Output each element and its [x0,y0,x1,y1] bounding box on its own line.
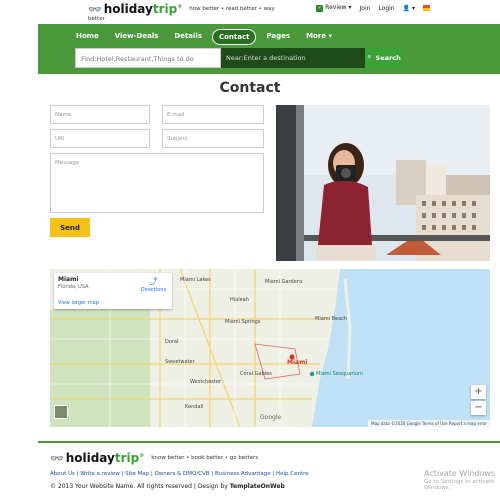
top-bar: 👓 holidaytrip® how better • read better … [0,0,500,24]
watermark-title: Activate Windows [424,469,496,478]
map-label: Miami Springs [225,319,261,325]
tagline: how better • read better • way [189,6,275,12]
menu-home[interactable]: Home [70,29,105,45]
top-nav: ✓ Review ▾ Join Login 👤 ▾ [316,4,430,12]
map-label: Doral [165,339,179,345]
map-label: Kendall [185,404,204,410]
map-label: Miami Beach [315,316,348,322]
check-icon: ✓ [316,5,324,12]
flag-icon[interactable] [423,5,430,11]
footer-logo-text: holidaytrip® [66,451,145,465]
photo-illustration [276,105,490,261]
satellite-toggle[interactable] [54,405,68,419]
near-input[interactable]: Near:Enter a destination [221,48,365,68]
logo-text: holidaytrip® [104,2,183,16]
directions-label: Directions [140,287,166,293]
footer-logo-word-1: holiday [65,451,115,465]
search-button-label: Search [375,54,401,62]
review-label: Review ▾ [325,4,352,11]
google-logo: Google [260,414,282,421]
directions-link[interactable]: ⤴ Directions [141,276,166,293]
copyright-text: © 2013 Your Website Name. All rights res… [50,483,230,490]
windows-watermark: Activate Windows Go to Settings to activ… [424,469,500,491]
glasses-icon: 👓 [88,2,102,16]
site-logo[interactable]: 👓 holidaytrip® how better • read better … [88,2,275,16]
page-title: Contact [219,80,281,96]
footer-tagline: know better • book better • go betters [151,455,259,461]
watermark-sub: Go to Settings to activate Windows. [424,479,495,491]
map-label: Coral Gables [240,371,272,377]
map-label: Miami Lakes [180,277,211,283]
menu-view-deals[interactable]: View-Deals [109,29,165,45]
map-info-card: Miami Florida, USA View larger map ⤴ Dir… [54,273,172,309]
subject-field[interactable]: Subject [162,129,264,148]
map-attribution[interactable]: Map data ©2020 Google Terms of Use Repor… [368,420,490,427]
search-icon: 🔍 [367,55,374,61]
main-menu: Home View-Deals Details Contact Pages Mo… [70,29,338,45]
search-button[interactable]: 🔍 Search [365,48,403,68]
registered-mark: ® [177,4,183,10]
menu-contact[interactable]: Contact [211,29,257,45]
designer-link[interactable]: TemplateOnWeb [230,483,285,490]
contact-photo [276,105,490,261]
map-label: Sweetwater [165,359,195,365]
view-larger-map-link[interactable]: View larger map [58,300,99,306]
login-link[interactable]: Login [378,5,394,12]
review-link[interactable]: ✓ Review ▾ [316,4,352,12]
tagline-sub: better [88,16,105,22]
send-button[interactable]: Send [50,218,90,237]
registered-mark: ® [139,453,145,459]
search-bar: Find:Hotel,Restaurant,Things to do Near:… [75,48,403,68]
name-field[interactable]: Name [50,105,150,124]
footer-logo-word-2: trip [114,451,140,465]
logo-word-1: holiday [103,2,153,16]
message-field[interactable]: Message [50,153,264,213]
user-menu[interactable]: 👤 ▾ [403,5,415,12]
logo-word-2: trip [152,2,178,16]
email-field[interactable]: E-mail [162,105,264,124]
map-label: Westchester [190,379,221,385]
map-label: Hialeah [230,297,249,303]
map-label: Miami Seaquarium [316,371,363,377]
menu-more[interactable]: More ▾ [300,29,338,45]
find-input[interactable]: Find:Hotel,Restaurant,Things to do [75,48,221,68]
directions-icon: ⤴ [149,277,158,286]
zoom-out-button[interactable]: − [471,401,486,415]
footer-logo[interactable]: 👓 holidaytrip® know better • book better… [50,451,258,465]
map-label-miami: Miami [287,359,308,366]
glasses-icon: 👓 [50,451,64,465]
menu-pages[interactable]: Pages [260,29,296,45]
location-map[interactable]: Miami Florida, USA View larger map ⤴ Dir… [50,269,490,427]
join-link[interactable]: Join [360,5,371,12]
footer-links[interactable]: About Us | Write a review | Site Map | O… [50,471,309,477]
map-label: Miami Gardens [265,279,303,285]
zoom-in-button[interactable]: + [471,385,486,399]
footer-copyright: © 2013 Your Website Name. All rights res… [50,483,285,490]
url-field[interactable]: URl [50,129,150,148]
menu-details[interactable]: Details [168,29,208,45]
